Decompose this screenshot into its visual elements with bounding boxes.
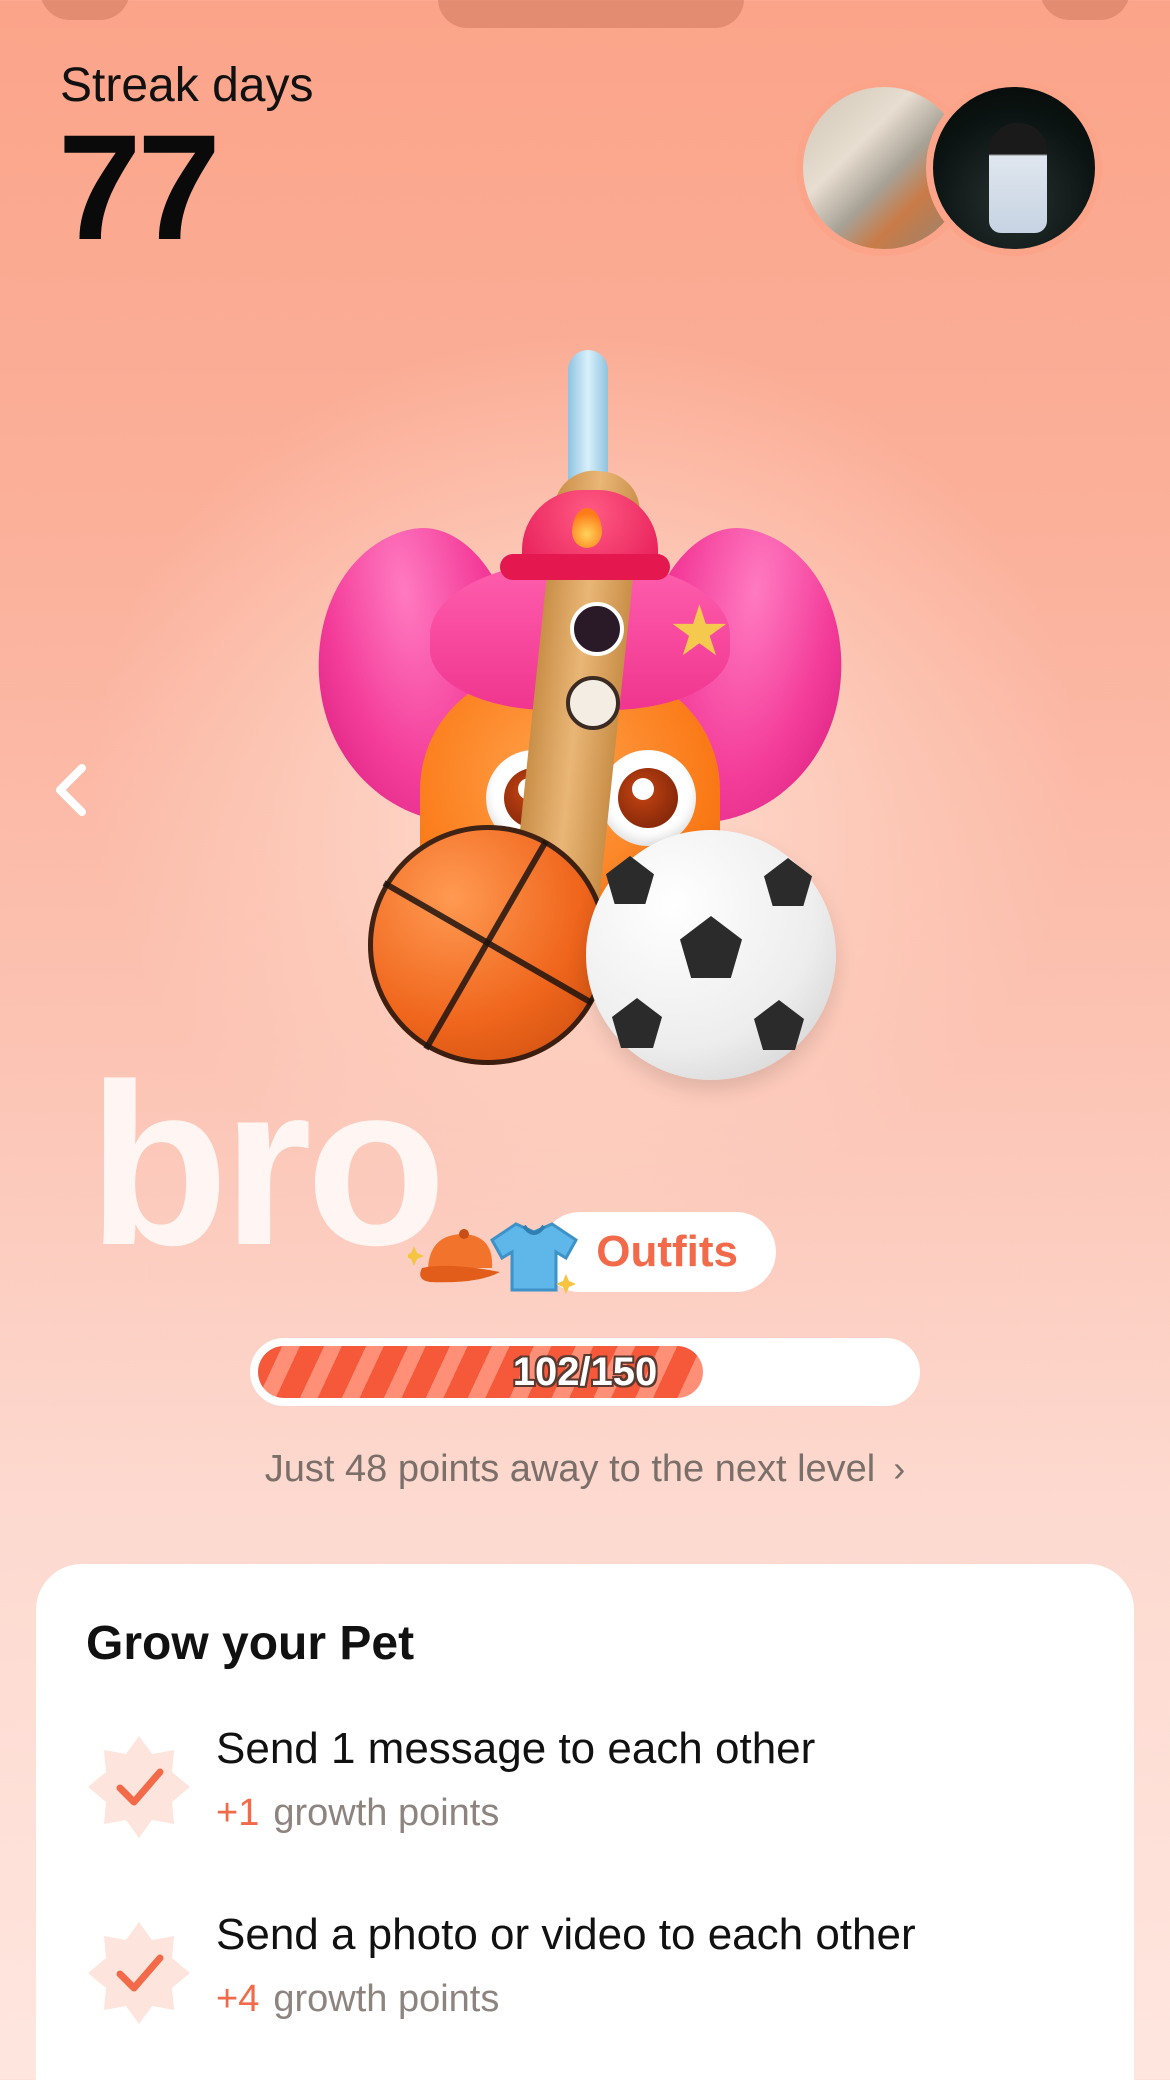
chevron-right-icon: › [893,1448,906,1489]
status-bar-notch [438,0,744,28]
task-title: Send a photo or video to each other [216,1910,916,1959]
pet-name: bro [88,1036,446,1293]
shirt-icon [490,1222,578,1294]
task-item[interactable]: Send 1 message to each other +1 growth po… [84,1720,1084,1850]
basketball-icon [368,825,608,1065]
outfits-button[interactable]: Outfits [400,1212,776,1294]
next-level-text: Just 48 points away to the next level [264,1448,876,1490]
star-icon: ★ [668,592,731,670]
soccer-ball-icon [586,830,836,1080]
status-bar-left [40,0,130,20]
task-item[interactable]: Send a photo or video to each other +4 gr… [84,1906,1084,2036]
friend-avatars[interactable] [796,80,1102,256]
chevron-left-icon[interactable] [48,760,98,820]
pet-character[interactable]: ★ [295,340,865,1100]
growth-progress-bar: 102/150 [250,1338,920,1406]
card-title: Grow your Pet [86,1617,415,1670]
grow-pet-card: Grow your Pet Send 1 message to each oth… [36,1564,1134,2080]
skull-sticker-icon [566,676,620,730]
streak-days-value: 77 [58,103,221,271]
task-title: Send 1 message to each other [216,1724,816,1773]
smiley-sticker-icon [570,602,624,656]
status-bar-right [1040,0,1130,20]
next-level-link[interactable]: Just 48 points away to the next level › [0,1448,1170,1491]
check-badge-icon [88,1736,190,1838]
check-badge-icon [88,1922,190,2024]
progress-text: 102/150 [512,1349,658,1394]
task-points: +4 growth points [216,1978,500,2020]
avatar[interactable] [926,80,1102,256]
task-points: +1 growth points [216,1792,500,1834]
